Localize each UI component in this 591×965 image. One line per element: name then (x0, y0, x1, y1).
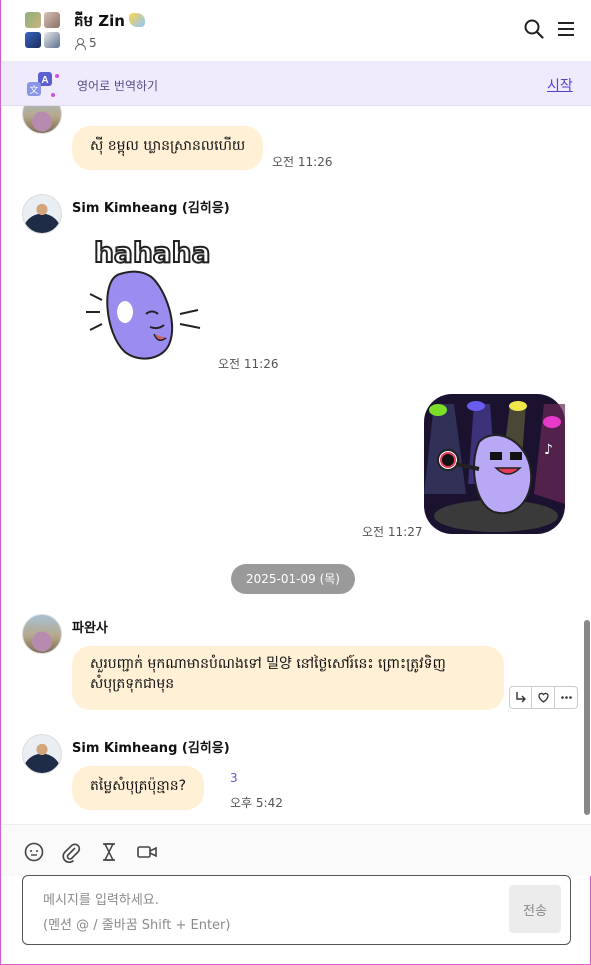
attachment-icon[interactable] (60, 841, 82, 863)
more-icon[interactable] (555, 686, 578, 709)
sender-avatar[interactable] (22, 194, 62, 234)
message-text: ស៊ី ខម្ពុល ឃ្លានស្រានលហើយ (90, 138, 246, 154)
message-text-line: សំបុត្រទុកជាមុន (90, 676, 175, 692)
message-composer[interactable]: 메시지를 입력하세요. (멘션 @ / 줄바꿈 Shift + Enter) 전… (22, 875, 571, 945)
heart-icon[interactable] (532, 686, 555, 709)
svg-text:文: 文 (29, 84, 38, 96)
date-divider: 2025-01-09 (목) (231, 564, 355, 594)
send-button[interactable]: 전송 (509, 885, 561, 933)
unread-count: 3 (230, 771, 238, 785)
svg-text:A: A (41, 75, 48, 86)
person-icon (74, 37, 86, 50)
message-time: 오전 11:27 (362, 525, 423, 539)
reply-icon[interactable] (509, 686, 532, 709)
video-call-icon[interactable] (136, 841, 158, 863)
member-avatar (25, 31, 41, 48)
message-bubble[interactable]: សួរបញ្ជាក់ មុកណាមានបំណងទៅ 밀양 នៅថ្ងៃសៅរ៍ន… (72, 646, 504, 710)
message-text-line: សួរបញ្ជាក់ មុកណាមានបំណងទៅ 밀양 នៅថ្ងៃសៅរ៍ន… (90, 656, 446, 672)
search-icon[interactable] (523, 18, 545, 40)
sender-avatar[interactable] (22, 734, 62, 774)
message-bubble[interactable]: ស៊ី ខម្ពុល ឃ្លានស្រានលហើយ (72, 126, 264, 170)
scrollbar-thumb[interactable] (584, 620, 590, 815)
member-avatar (44, 31, 60, 48)
group-avatar (25, 12, 61, 48)
sender-avatar[interactable] (22, 106, 62, 134)
message-text: តម្លៃសំបុត្រប៉ុន្មាន? (90, 778, 187, 794)
sparkle-emoji-icon (128, 13, 145, 27)
message-time: 오전 11:26 (272, 155, 333, 169)
translate-start-link[interactable]: 시작 (547, 75, 573, 95)
emoji-icon[interactable] (23, 841, 45, 863)
hahaha-sticker[interactable]: hahaha (80, 224, 211, 364)
translate-icon: A 文 (24, 70, 64, 100)
member-count[interactable]: 5 (74, 36, 97, 50)
message-time: 오후 5:42 (230, 796, 283, 810)
compose-toolbar (2, 824, 591, 876)
input-hint: (멘션 @ / 줄바꿈 Shift + Enter) (43, 918, 231, 933)
chat-title-text: គីម Zin (74, 12, 125, 30)
input-placeholder: 메시지를 입력하세요. (43, 893, 159, 908)
message-bubble[interactable]: តម្លៃសំបុត្រប៉ុន្មាន? (72, 766, 205, 810)
message-list[interactable]: ស៊ី ខម្ពុល ឃ្លានស្រានលហើយ 오전 11:26 Sim K… (2, 106, 591, 824)
sticker-caption: hahaha (94, 236, 210, 269)
svg-text:♪: ♪ (544, 442, 553, 458)
chat-title: គីម Zin (74, 12, 145, 34)
message-actions (509, 686, 579, 710)
sender-name: 파완사 (72, 621, 108, 636)
hourglass-icon[interactable] (98, 841, 120, 863)
translate-banner: A 文 영어로 번역하기 시작 (2, 62, 591, 106)
hamburger-menu-icon[interactable] (555, 18, 577, 40)
message-input[interactable]: 메시지를 입력하세요. (멘션 @ / 줄바꿈 Shift + Enter) (43, 888, 503, 938)
sender-name: Sim Kimheang (김히응) (72, 201, 230, 216)
message-time: 오전 11:26 (218, 357, 279, 371)
chat-header: គីម Zin 5 (1, 0, 591, 62)
member-avatar (25, 12, 41, 28)
sender-avatar[interactable] (22, 614, 62, 654)
sender-name: Sim Kimheang (김히응) (72, 741, 230, 756)
member-count-value: 5 (89, 36, 97, 50)
app-frame: គីម Zin 5 A 文 영어로 번역하기 시작 ស៊ី ខម្ពុល ឃ្ល… (0, 0, 591, 965)
member-avatar (44, 12, 60, 28)
translate-message: 영어로 번역하기 (77, 79, 159, 93)
dancing-disco-sticker[interactable]: ♪ (424, 394, 565, 534)
